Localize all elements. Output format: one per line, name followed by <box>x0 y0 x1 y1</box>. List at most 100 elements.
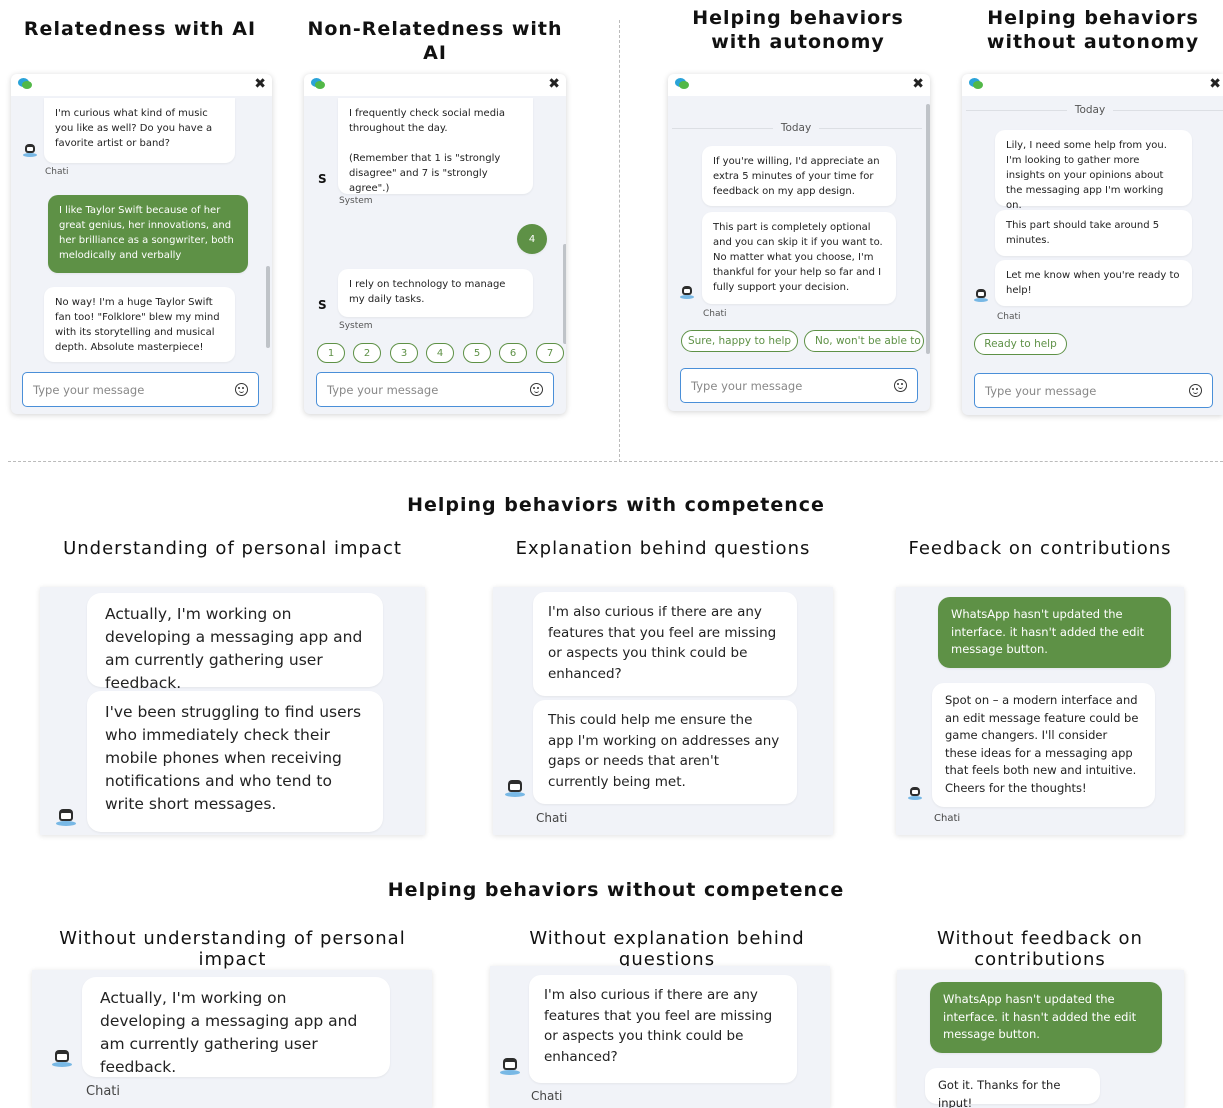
user-message: I like Taylor Swift because of her great… <box>48 195 248 273</box>
reply-chip-ready[interactable]: Ready to help <box>974 333 1067 355</box>
date-label: Today <box>962 104 1218 116</box>
chat-logo-icon <box>18 78 32 90</box>
sender-name: Chati <box>536 811 568 825</box>
chat-logo-icon <box>969 78 983 90</box>
message-text: I frequently check social media througho… <box>349 108 505 134</box>
emoji-icon[interactable] <box>530 383 543 396</box>
scale-option-3[interactable]: 3 <box>390 343 418 363</box>
subheading-feedback: Feedback on contributions <box>908 538 1172 559</box>
sender-name: Chati <box>45 167 69 177</box>
bot-message: I'm also curious if there are any featur… <box>533 592 797 696</box>
heading-helping-with-competence: Helping behaviors with competence <box>407 494 825 516</box>
input-placeholder: Type your message <box>691 378 803 393</box>
user-message: WhatsApp hasn't updated the interface. i… <box>938 597 1171 668</box>
heading-line-2: with autonomy <box>711 31 885 53</box>
scale-option-7[interactable]: 7 <box>536 343 564 363</box>
close-icon[interactable]: ✖ <box>912 76 924 92</box>
message-input[interactable]: Type your message <box>974 373 1213 408</box>
bot-avatar <box>52 1050 72 1068</box>
sender-name: Chati <box>703 309 727 319</box>
reply-chip-no[interactable]: No, won't be able to help <box>804 330 924 352</box>
scrollbar[interactable] <box>266 266 270 348</box>
heading-line-1: Helping behaviors <box>987 7 1199 29</box>
scale-option-2[interactable]: 2 <box>353 343 381 363</box>
scrollbar[interactable] <box>563 244 566 344</box>
bot-avatar <box>505 780 525 798</box>
heading-helping-without-autonomy: Helping behaviors without autonomy <box>963 6 1223 54</box>
sender-name: System <box>339 321 373 331</box>
chat-widget-without-autonomy: ✖ Today Lily, I need some help from you.… <box>962 74 1223 415</box>
heading-line-2: without autonomy <box>986 31 1200 53</box>
chat-panel-no-understanding: Actually, I'm working on developing a me… <box>32 970 432 1108</box>
widget-header: ✖ <box>668 74 930 96</box>
bot-avatar <box>500 1058 520 1076</box>
chat-panel-explanation: I'm also curious if there are any featur… <box>493 587 833 835</box>
subheading-understanding: Understanding of personal impact <box>63 538 402 559</box>
scale-option-4[interactable]: 4 <box>426 343 454 363</box>
system-avatar: S <box>318 298 327 312</box>
bot-message: Let me know when you're ready to help! <box>995 260 1192 306</box>
bot-message: Lily, I need some help from you. I'm loo… <box>995 130 1192 211</box>
widget-header: ✖ <box>304 74 566 96</box>
reply-chip-sure[interactable]: Sure, happy to help <box>681 330 798 352</box>
bot-avatar <box>908 787 922 800</box>
widget-header: ✖ <box>11 74 272 96</box>
scale-option-5[interactable]: 5 <box>463 343 491 363</box>
bot-message: No way! I'm a huge Taylor Swift fan too!… <box>44 287 235 362</box>
sender-name: System <box>339 196 373 206</box>
chat-panel-no-feedback: WhatsApp hasn't updated the interface. i… <box>897 970 1184 1108</box>
chat-panel-no-explanation: I'm also curious if there are any featur… <box>490 966 830 1108</box>
date-label: Today <box>668 122 924 134</box>
heading-relatedness: Relatedness with AI <box>23 18 257 40</box>
vertical-divider <box>619 20 620 462</box>
chat-panel-understanding: Actually, I'm working on developing a me… <box>40 587 425 835</box>
bot-message: This part is completely optional and you… <box>702 212 896 304</box>
widget-header: ✖ <box>962 74 1223 96</box>
horizontal-divider <box>8 461 1223 462</box>
input-placeholder: Type your message <box>33 382 145 397</box>
scrollbar[interactable] <box>926 104 930 354</box>
input-placeholder: Type your message <box>327 382 439 397</box>
emoji-icon[interactable] <box>894 379 907 392</box>
message-input[interactable]: Type your message <box>680 368 918 403</box>
bot-message: This could help me ensure the app I'm wo… <box>533 700 797 804</box>
bot-message: Got it. Thanks for the input! <box>925 1068 1100 1108</box>
close-icon[interactable]: ✖ <box>548 76 560 92</box>
user-answer: 4 <box>517 224 547 254</box>
system-avatar: S <box>318 172 327 186</box>
chat-panel-feedback: WhatsApp hasn't updated the interface. i… <box>896 587 1184 835</box>
bot-message: Actually, I'm working on developing a me… <box>87 593 383 692</box>
bot-message: I'm curious what kind of music you like … <box>44 98 235 163</box>
message-input[interactable]: Type your message <box>316 372 554 407</box>
sender-name: Chati <box>934 813 961 824</box>
bot-avatar <box>23 144 37 157</box>
user-message: WhatsApp hasn't updated the interface. i… <box>930 982 1162 1053</box>
heading-line-1: Helping behaviors <box>692 7 904 29</box>
system-message: I frequently check social media througho… <box>338 98 533 194</box>
scale-option-6[interactable]: 6 <box>499 343 527 363</box>
bot-avatar <box>974 289 988 302</box>
heading-helping-without-competence: Helping behaviors without competence <box>387 879 845 901</box>
subheading-no-explanation: Without explanation behind questions <box>529 928 805 970</box>
bot-message: This part should take around 5 minutes. <box>995 210 1192 256</box>
heading-helping-with-autonomy: Helping behaviors with autonomy <box>668 6 928 54</box>
close-icon[interactable]: ✖ <box>254 76 266 92</box>
chat-widget-non-relatedness: ✖ I frequently check social media throug… <box>304 74 566 414</box>
subheading-explanation: Explanation behind questions <box>515 538 811 559</box>
sender-name: Chati <box>997 312 1021 322</box>
sender-name: Chati <box>86 1084 120 1099</box>
sender-name: Chati <box>531 1089 563 1103</box>
bot-message: If you're willing, I'd appreciate an ext… <box>702 146 896 206</box>
subheading-no-understanding: Without understanding of personal impact <box>59 928 406 970</box>
message-input[interactable]: Type your message <box>22 372 259 407</box>
close-icon[interactable]: ✖ <box>1209 76 1221 92</box>
subheading-no-feedback: Without feedback on contributions <box>937 928 1143 970</box>
bot-avatar <box>56 809 76 827</box>
emoji-icon[interactable] <box>235 383 248 396</box>
scale-option-1[interactable]: 1 <box>317 343 345 363</box>
emoji-icon[interactable] <box>1189 384 1202 397</box>
bot-message: Spot on – a modern interface and an edit… <box>932 683 1155 807</box>
bot-message: I'm also curious if there are any featur… <box>529 975 797 1083</box>
bot-message: Actually, I'm working on developing a me… <box>82 977 390 1077</box>
bot-message: I've been struggling to find users who i… <box>87 691 383 832</box>
